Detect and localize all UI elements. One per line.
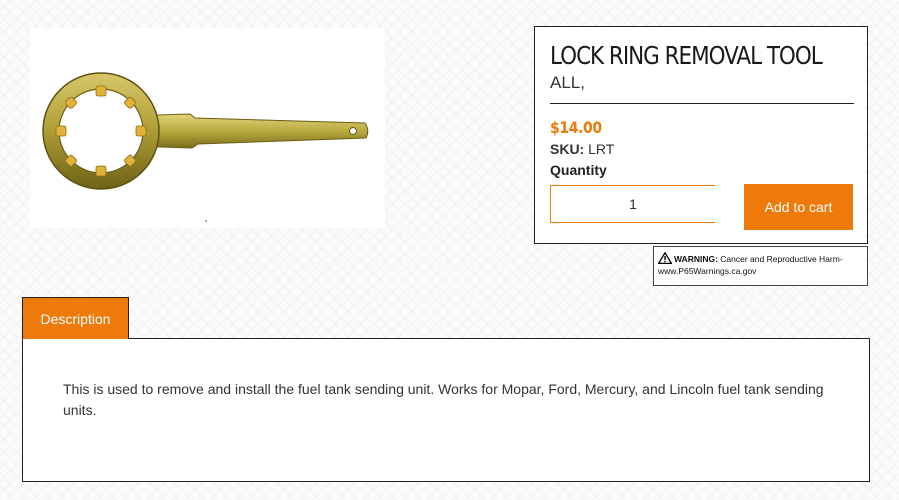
tab-description[interactable]: Description bbox=[22, 297, 129, 339]
product-image[interactable] bbox=[30, 28, 385, 228]
description-text: This is used to remove and install the f… bbox=[63, 381, 824, 418]
sku-line: SKU: LRT bbox=[550, 140, 852, 158]
product-subtitle: ALL, bbox=[550, 73, 585, 92]
warning-label: WARNING: bbox=[674, 254, 718, 264]
product-title: LOCK RING REMOVAL TOOL bbox=[550, 41, 823, 70]
product-summary: LOCK RING REMOVAL TOOL ALL, $14.00 SKU: … bbox=[534, 26, 868, 244]
divider bbox=[550, 103, 854, 104]
lock-ring-wrench-icon bbox=[42, 72, 369, 222]
warning-link[interactable]: www.P65Warnings.ca.gov bbox=[658, 266, 756, 276]
warning-triangle-icon bbox=[657, 251, 673, 266]
warning-text: Cancer and Reproductive Harm- bbox=[720, 254, 843, 264]
sku-label: SKU: bbox=[550, 141, 585, 157]
quantity-input[interactable] bbox=[550, 185, 715, 223]
quantity-label: Quantity bbox=[550, 162, 607, 178]
prop65-warning: WARNING: Cancer and Reproductive Harm- w… bbox=[653, 246, 868, 286]
product-page: LOCK RING REMOVAL TOOL ALL, $14.00 SKU: … bbox=[0, 0, 899, 500]
description-panel: This is used to remove and install the f… bbox=[22, 338, 870, 482]
add-to-cart-button[interactable]: Add to cart bbox=[744, 184, 853, 230]
sku-value: LRT bbox=[588, 141, 615, 157]
product-price: $14.00 bbox=[550, 118, 602, 137]
